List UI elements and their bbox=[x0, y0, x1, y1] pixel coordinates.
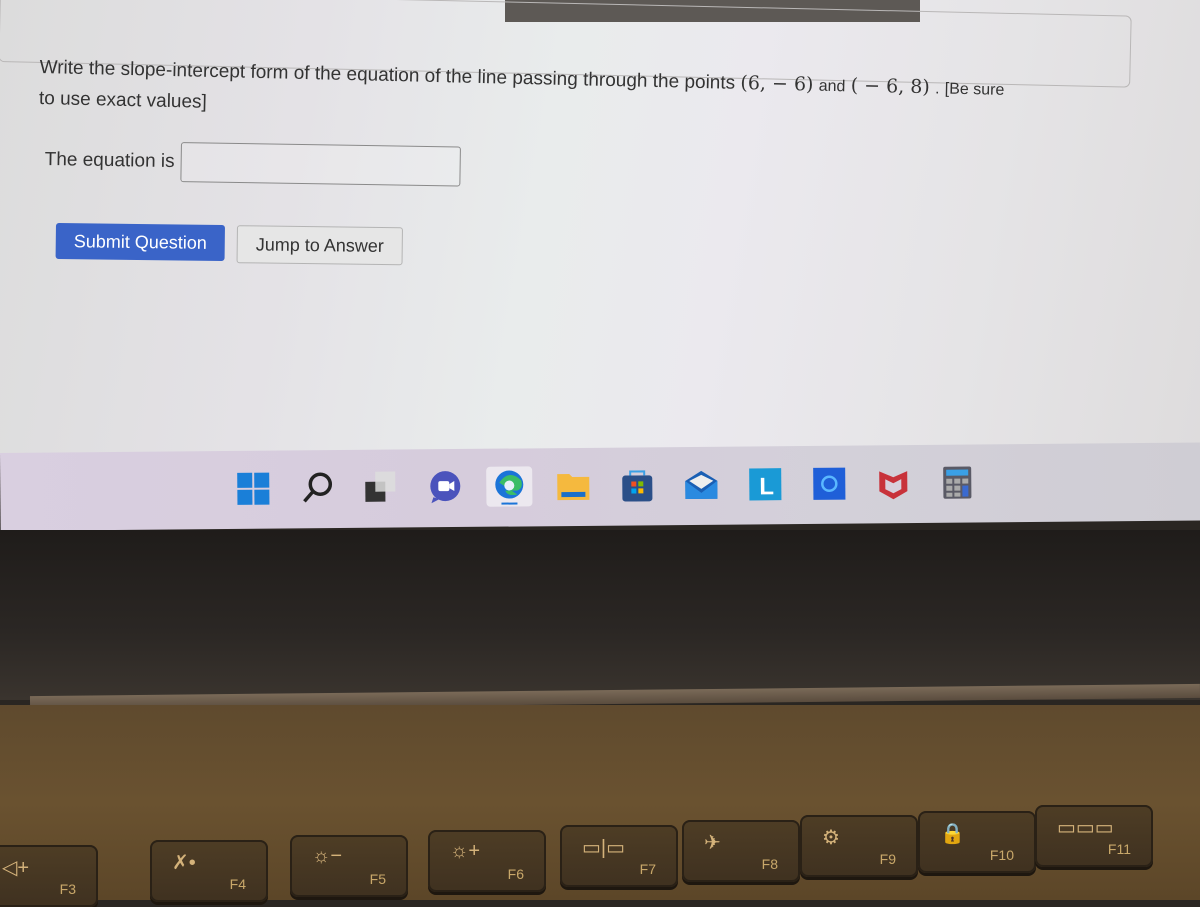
airplane-mode-icon: ✈ bbox=[704, 832, 721, 854]
key-label: F10 bbox=[989, 847, 1014, 863]
cortana-icon[interactable] bbox=[806, 464, 852, 504]
jump-to-answer-button[interactable]: Jump to Answer bbox=[236, 225, 404, 266]
key-f3[interactable]: ◁+ F3 bbox=[0, 845, 98, 907]
equation-label: The equation is bbox=[44, 148, 175, 173]
calculator-icon[interactable] bbox=[934, 462, 980, 502]
display-switch-icon: ▭|▭ bbox=[582, 837, 625, 859]
question-period: . bbox=[934, 80, 940, 98]
microsoft-store-icon[interactable] bbox=[614, 465, 660, 505]
mic-mute-icon: ✗• bbox=[172, 852, 196, 874]
key-label: F4 bbox=[229, 876, 246, 892]
search-icon[interactable] bbox=[294, 468, 340, 508]
equation-input[interactable] bbox=[180, 142, 461, 187]
key-label: F5 bbox=[369, 871, 386, 887]
key-f5[interactable]: ☼− F5 bbox=[290, 835, 408, 897]
key-label: F8 bbox=[761, 856, 778, 872]
equation-row: The equation is bbox=[44, 140, 461, 187]
key-f10[interactable]: 🔒 F10 bbox=[918, 811, 1036, 873]
mcafee-icon[interactable] bbox=[870, 463, 916, 503]
question-suffix: [Be sure bbox=[944, 80, 1005, 99]
screen: Write the slope-intercept form of the eq… bbox=[0, 0, 1200, 455]
key-label: F9 bbox=[879, 851, 896, 867]
keyboard-icon: ▭▭▭ bbox=[1057, 817, 1114, 839]
teams-chat-icon[interactable] bbox=[422, 467, 468, 507]
key-f6[interactable]: ☼+ F6 bbox=[428, 830, 546, 892]
brightness-down-icon: ☼− bbox=[312, 845, 343, 867]
button-row: Submit Question Jump to Answer bbox=[55, 223, 404, 266]
submit-question-button[interactable]: Submit Question bbox=[55, 223, 226, 262]
keyboard: ◁+ F3 ✗• F4 ☼− F5 ☼+ F6 ▭|▭ F7 ✈ F8 ⚙ F9… bbox=[0, 705, 1200, 907]
edge-browser-icon[interactable] bbox=[486, 466, 533, 507]
file-explorer-icon[interactable] bbox=[550, 466, 596, 506]
key-f4[interactable]: ✗• F4 bbox=[150, 840, 268, 902]
key-label: F11 bbox=[1107, 841, 1131, 857]
point-2: ( − 6, 8) bbox=[850, 74, 931, 99]
point-1: (6, − 6) bbox=[740, 71, 814, 96]
lock-icon: 🔒 bbox=[940, 823, 965, 845]
question-joiner: and bbox=[818, 77, 846, 96]
question-suffix-2: to use exact values] bbox=[38, 87, 208, 113]
l-app-icon[interactable]: L bbox=[742, 464, 788, 504]
key-label: F7 bbox=[639, 861, 656, 877]
key-f7[interactable]: ▭|▭ F7 bbox=[560, 825, 678, 887]
brightness-up-icon: ☼+ bbox=[450, 840, 481, 862]
key-label: F3 bbox=[59, 881, 76, 897]
key-f9[interactable]: ⚙ F9 bbox=[800, 815, 918, 877]
laptop-bezel bbox=[0, 530, 1200, 700]
key-f8[interactable]: ✈ F8 bbox=[682, 820, 800, 882]
key-f11[interactable]: ▭▭▭ F11 bbox=[1035, 805, 1153, 867]
key-label: F6 bbox=[507, 866, 524, 882]
start-icon[interactable] bbox=[230, 469, 276, 509]
volume-up-icon: ◁+ bbox=[2, 857, 30, 879]
taskbar: L bbox=[0, 442, 1200, 531]
settings-icon: ⚙ bbox=[822, 827, 840, 849]
mail-icon[interactable] bbox=[678, 465, 724, 505]
task-view-icon[interactable] bbox=[358, 467, 404, 507]
svg-text:L: L bbox=[759, 473, 774, 500]
